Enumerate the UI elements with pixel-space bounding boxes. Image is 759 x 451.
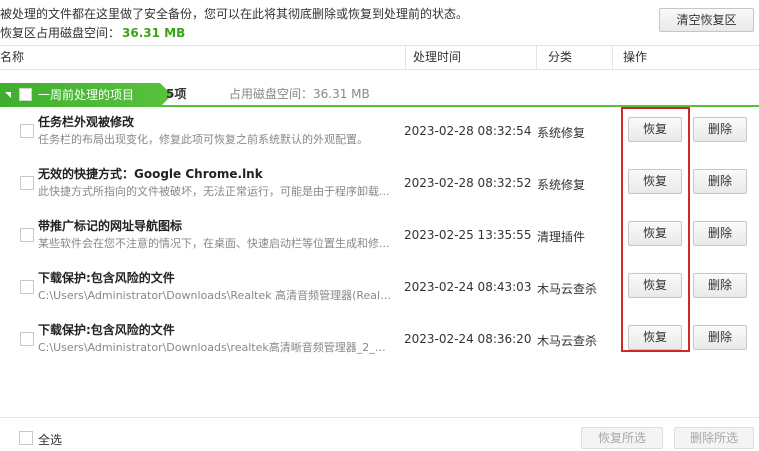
item-description: C:\Users\Administrator\Downloads\realtek… [38,341,392,354]
restore-button[interactable]: 恢复 [628,169,682,194]
group-label: 一周前处理的项目 [38,88,135,102]
item-title: 无效的快捷方式：Google Chrome.lnk [38,167,263,181]
list-item: 带推广标记的网址导航图标 某些软件会在您不注意的情况下，在桌面、快速启动栏等位置… [0,210,759,262]
select-all-checkbox[interactable] [19,431,33,445]
disk-usage-size: 36.31 MB [122,26,186,40]
table-header: 名称 处理时间 分类 操作 [0,45,759,70]
footer-bar: 全选 恢复所选 删除所选 [0,417,759,451]
item-description: 此快捷方式所指向的文件被破坏，无法正常运行，可能是由于程序卸载... [38,185,390,198]
info-text: 被处理的文件都在这里做了安全备份，您可以在此将其彻底删除或恢复到处理前的状态。 [0,7,469,21]
delete-button[interactable]: 删除 [693,325,747,350]
list-item: 无效的快捷方式：Google Chrome.lnk 此快捷方式所指向的文件被破坏… [0,158,759,210]
clear-restore-area-button[interactable]: 清空恢复区 [659,8,754,32]
delete-button[interactable]: 删除 [693,273,747,298]
item-description: C:\Users\Administrator\Downloads\Realtek… [38,289,392,302]
restore-button[interactable]: 恢复 [628,221,682,246]
column-divider[interactable] [405,46,406,69]
group-tab[interactable]: 一周前处理的项目 [0,83,172,107]
group-disk-size: 占用磁盘空间：36.31 MB [229,87,370,101]
column-header-category[interactable]: 分类 [548,46,572,69]
delete-selected-button[interactable]: 删除所选 [674,427,754,449]
disk-usage-info: 恢复区占用磁盘空间： 36.31 MB [0,24,185,41]
restore-selected-button[interactable]: 恢复所选 [581,427,663,449]
row-checkbox[interactable] [20,280,34,294]
item-category: 系统修复 [537,126,586,140]
item-time: 2023-02-28 08:32:52 [404,176,532,190]
delete-button[interactable]: 删除 [693,221,747,246]
row-checkbox[interactable] [20,124,34,138]
restore-button[interactable]: 恢复 [628,117,682,142]
group-header: 一周前处理的项目 5项 占用磁盘空间：36.31 MB [0,83,759,107]
item-description: 任务栏的布局出现变化，修复此项可恢复之前系统默认的外观配置。 [38,133,368,146]
list-item: 下载保护:包含风险的文件 C:\Users\Administrator\Down… [0,262,759,314]
delete-button[interactable]: 删除 [693,117,747,142]
item-time: 2023-02-25 13:35:55 [404,228,532,242]
item-time: 2023-02-24 08:43:03 [404,280,532,294]
item-title: 下载保护:包含风险的文件 [38,271,175,285]
restore-button[interactable]: 恢复 [628,325,682,350]
list-item: 任务栏外观被修改 任务栏的布局出现变化，修复此项可恢复之前系统默认的外观配置。 … [0,106,759,158]
column-header-name[interactable]: 名称 [0,46,24,69]
column-header-time[interactable]: 处理时间 [413,46,461,69]
disk-usage-label: 恢复区占用磁盘空间： [0,26,121,40]
item-category: 木马云查杀 [537,334,598,348]
item-category: 系统修复 [537,178,586,192]
item-title: 下载保护:包含风险的文件 [38,323,175,337]
item-time: 2023-02-24 08:36:20 [404,332,532,346]
column-divider[interactable] [536,46,537,69]
group-count: 5项 [166,87,187,101]
group-checkbox[interactable] [19,88,32,101]
item-category: 清理插件 [537,230,586,244]
row-checkbox[interactable] [20,176,34,190]
item-title: 任务栏外观被修改 [38,115,135,129]
item-title: 带推广标记的网址导航图标 [38,219,183,233]
row-checkbox[interactable] [20,228,34,242]
row-checkbox[interactable] [20,332,34,346]
column-divider[interactable] [612,46,613,69]
delete-button[interactable]: 删除 [693,169,747,194]
collapse-triangle-icon[interactable] [5,92,11,98]
restore-button[interactable]: 恢复 [628,273,682,298]
item-description: 某些软件会在您不注意的情况下，在桌面、快速启动栏等位置生成和修... [38,237,390,250]
list-item: 下载保护:包含风险的文件 C:\Users\Administrator\Down… [0,314,759,366]
select-all-label[interactable]: 全选 [38,431,62,448]
item-time: 2023-02-28 08:32:54 [404,124,532,138]
column-header-action: 操作 [623,50,648,64]
item-category: 木马云查杀 [537,282,598,296]
